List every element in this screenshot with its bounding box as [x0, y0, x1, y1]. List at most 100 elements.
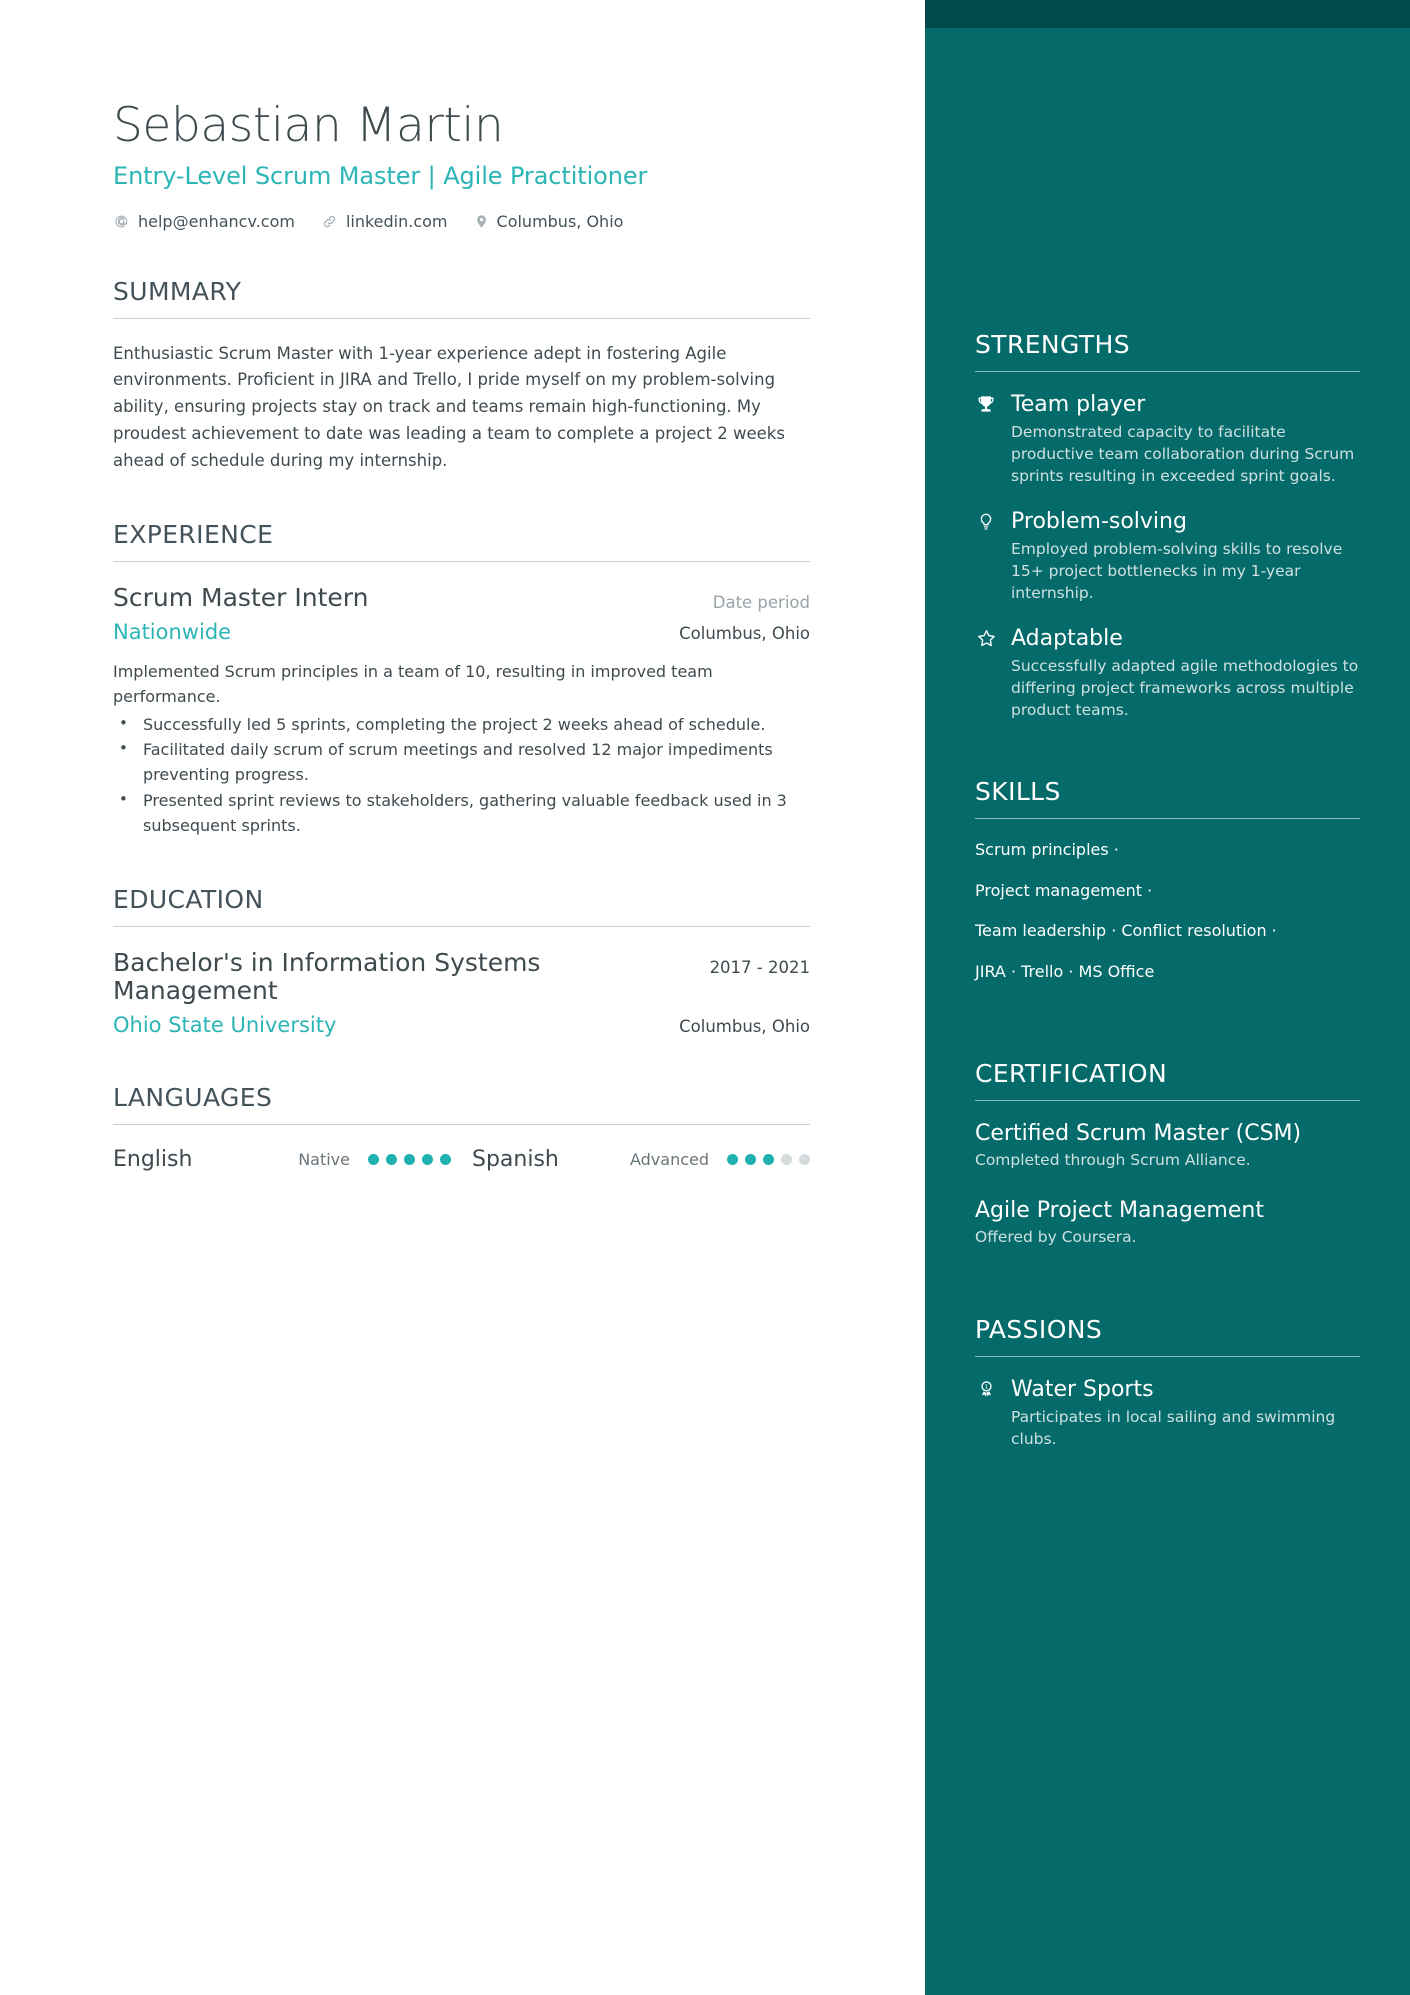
svg-text:1: 1	[984, 1384, 988, 1390]
section-education: EDUCATION Bachelor's in Information Syst…	[113, 885, 810, 1037]
skill-line: Team leadership · Conflict resolution ·	[975, 921, 1277, 941]
language-english: English Native	[113, 1147, 472, 1172]
candidate-headline: Entry-Level Scrum Master | Agile Practit…	[113, 161, 648, 190]
rating-dot	[422, 1154, 433, 1166]
rating-dot	[440, 1154, 451, 1166]
at-icon	[113, 213, 130, 230]
skills-divider	[975, 818, 1360, 819]
skill-line: JIRA · Trello · MS Office	[975, 961, 1155, 981]
rating-dot	[763, 1154, 774, 1166]
experience-company[interactable]: Nationwide	[113, 620, 231, 644]
strength-item-problem-solving: Problem-solving Employed problem-solving…	[975, 509, 1360, 604]
summary-text: Enthusiastic Scrum Master with 1-year ex…	[113, 343, 785, 470]
strength-header: Adaptable	[975, 626, 1360, 651]
sidebar-top-accent-bar	[925, 0, 1410, 28]
certification-issuer: Completed through Scrum Alliance.	[975, 1151, 1251, 1170]
experience-entry: Scrum Master Intern Date period Nationwi…	[113, 584, 810, 838]
education-divider	[113, 925, 810, 927]
certification-divider	[975, 1100, 1360, 1102]
experience-entry-header: Scrum Master Intern Date period	[113, 584, 810, 613]
location-pin-icon	[474, 213, 489, 230]
contact-row: help@enhancv.com linkedin.com Columbus, …	[113, 212, 810, 231]
section-strengths: STRENGTHS Team player Demonstrated capac…	[975, 0, 1360, 721]
section-summary: SUMMARY Enthusiastic Scrum Master with 1…	[113, 277, 810, 475]
passions-heading: PASSIONS	[975, 1314, 1103, 1344]
experience-description: Implemented Scrum principles in a team o…	[113, 662, 713, 706]
skill-line: Project management ·	[975, 880, 1153, 900]
certification-name: Agile Project Management	[975, 1198, 1264, 1224]
strength-header: Team player	[975, 392, 1360, 417]
rating-dot	[781, 1154, 792, 1166]
education-date: 2017 - 2021	[709, 957, 810, 977]
certification-item: Agile Project Management Offered by Cour…	[975, 1198, 1360, 1249]
rating-dot	[404, 1154, 415, 1166]
education-entry-header: Bachelor's in Information Systems Manage…	[113, 947, 810, 1007]
language-level: Native	[298, 1150, 350, 1170]
rating-dot	[799, 1154, 810, 1166]
section-certification: CERTIFICATION Certified Scrum Master (CS…	[975, 1001, 1360, 1248]
passions-divider	[975, 1355, 1360, 1357]
language-name: English	[113, 1147, 193, 1173]
language-rating-dots	[368, 1154, 451, 1166]
strength-title: Problem-solving	[1011, 509, 1187, 534]
rating-dot	[727, 1154, 738, 1166]
language-rating-dots	[727, 1154, 810, 1166]
contact-email[interactable]: help@enhancv.com	[113, 212, 295, 231]
passion-title: Water Sports	[1011, 1376, 1154, 1402]
education-school[interactable]: Ohio State University	[113, 1013, 336, 1037]
lightbulb-icon	[975, 511, 997, 533]
strength-description: Employed problem-solving skills to resol…	[1011, 540, 1343, 602]
contact-linkedin[interactable]: linkedin.com	[321, 212, 448, 231]
education-degree: Bachelor's in Information Systems Manage…	[113, 947, 541, 1006]
language-name: Spanish	[472, 1147, 559, 1173]
strength-item-team-player: Team player Demonstrated capacity to fac…	[975, 392, 1360, 487]
list-item: Successfully led 5 sprints, completing t…	[113, 712, 810, 738]
strength-description: Successfully adapted agile methodologies…	[1011, 657, 1359, 719]
section-languages: LANGUAGES English Native Spanish Advance…	[113, 1083, 810, 1172]
section-experience: EXPERIENCE Scrum Master Intern Date peri…	[113, 520, 810, 838]
education-entry-subheader: Ohio State University Columbus, Ohio	[113, 1013, 810, 1037]
education-entry: Bachelor's in Information Systems Manage…	[113, 947, 810, 1037]
experience-bullets: Successfully led 5 sprints, completing t…	[113, 712, 810, 839]
experience-divider	[113, 561, 810, 563]
contact-location-label: Columbus, Ohio	[496, 211, 624, 231]
rating-dot	[745, 1154, 756, 1166]
sidebar: STRENGTHS Team player Demonstrated capac…	[925, 0, 1410, 1995]
strengths-divider	[975, 371, 1360, 372]
strength-description: Demonstrated capacity to facilitate prod…	[1011, 423, 1355, 485]
resume-page: Sebastian Martin Entry-Level Scrum Maste…	[0, 0, 1410, 1995]
certification-name: Certified Scrum Master (CSM)	[975, 1121, 1302, 1147]
rating-dot	[368, 1154, 379, 1166]
strength-title: Team player	[1011, 392, 1146, 417]
award-ribbon-icon: 1	[975, 1378, 997, 1400]
experience-role: Scrum Master Intern	[113, 583, 369, 613]
rating-dot	[386, 1154, 397, 1166]
languages-heading: LANGUAGES	[113, 1083, 273, 1113]
certification-issuer: Offered by Coursera.	[975, 1227, 1137, 1246]
passion-header: 1 Water Sports	[975, 1377, 1360, 1402]
list-item: Presented sprint reviews to stakeholders…	[113, 788, 810, 839]
passion-item-water-sports: 1 Water Sports Participates in local sai…	[975, 1377, 1360, 1450]
star-icon	[975, 628, 997, 650]
summary-heading: SUMMARY	[113, 276, 242, 306]
languages-divider	[113, 1124, 810, 1126]
experience-heading: EXPERIENCE	[113, 520, 274, 550]
language-spanish: Spanish Advanced	[472, 1147, 810, 1172]
languages-row: English Native Spanish Advanced	[113, 1147, 810, 1172]
list-item: Facilitated daily scrum of scrum meeting…	[113, 737, 810, 788]
skill-line: Scrum principles ·	[975, 840, 1119, 859]
strength-header: Problem-solving	[975, 509, 1360, 534]
skills-heading: SKILLS	[975, 777, 1061, 806]
certification-item: Certified Scrum Master (CSM) Completed t…	[975, 1121, 1360, 1172]
main-column: Sebastian Martin Entry-Level Scrum Maste…	[0, 0, 925, 1995]
link-icon	[321, 213, 338, 230]
strength-item-adaptable: Adaptable Successfully adapted agile met…	[975, 626, 1360, 721]
contact-linkedin-label: linkedin.com	[345, 211, 448, 231]
section-passions: PASSIONS 1 Water Sports Participates in …	[975, 1275, 1360, 1450]
trophy-icon	[975, 394, 997, 416]
strength-title: Adaptable	[1011, 626, 1123, 651]
education-location: Columbus, Ohio	[679, 1017, 810, 1037]
contact-email-label: help@enhancv.com	[138, 211, 295, 231]
section-skills: SKILLS Scrum principles · Project manage…	[975, 743, 1360, 982]
experience-location: Columbus, Ohio	[679, 624, 810, 644]
